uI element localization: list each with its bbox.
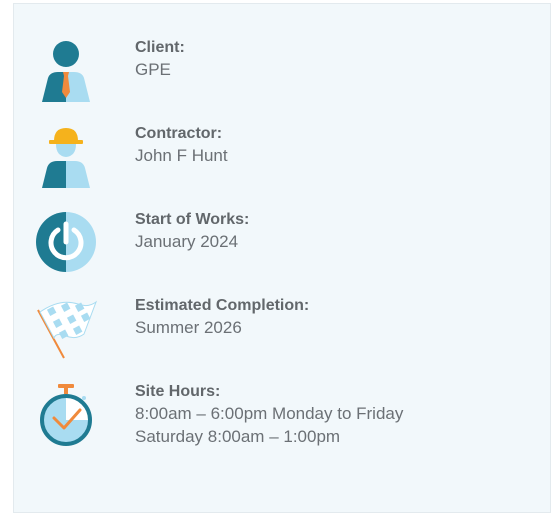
start-of-works-label: Start of Works: — [135, 211, 250, 228]
client-label: Client: — [135, 39, 185, 56]
estimated-completion-label: Estimated Completion: — [135, 297, 310, 314]
contractor-label: Contractor: — [135, 125, 223, 142]
contractor-icon — [34, 124, 98, 188]
power-icon — [34, 210, 98, 274]
site-hours-value: 8:00am – 6:00pm Monday to Friday Saturda… — [135, 402, 403, 448]
site-hours-label: Site Hours: — [135, 383, 221, 400]
start-of-works-value: January 2024 — [135, 232, 239, 251]
stopwatch-icon — [34, 382, 98, 446]
contractor-value: John F Hunt — [135, 146, 228, 165]
site-hours-saturday: Saturday 8:00am – 1:00pm — [135, 427, 341, 446]
client-icon — [34, 38, 98, 102]
project-info-card: Client: GPE Contractor: John F Hunt Star… — [13, 3, 551, 513]
site-hours-weekday: 8:00am – 6:00pm Monday to Friday — [135, 404, 404, 423]
client-value: GPE — [135, 60, 171, 79]
estimated-completion-value: Summer 2026 — [135, 318, 242, 337]
checkered-flag-icon — [34, 296, 98, 360]
